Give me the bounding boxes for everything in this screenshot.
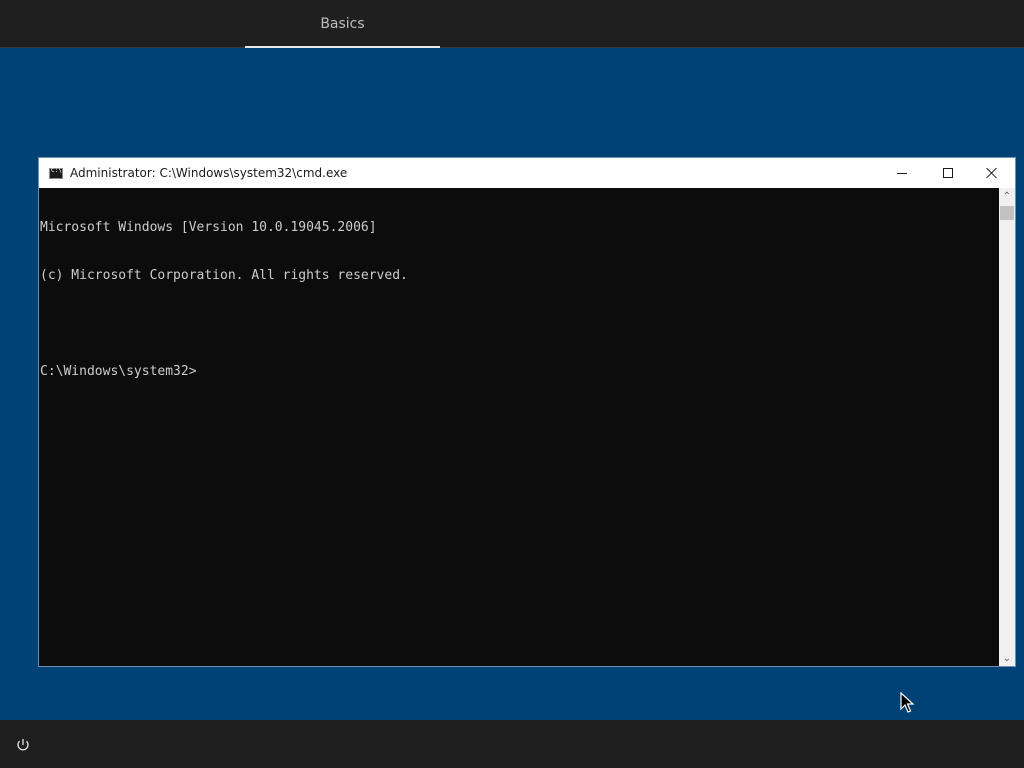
maximize-button[interactable] <box>925 158 971 188</box>
bottom-bar <box>0 720 1024 768</box>
tab-basics-label: Basics <box>320 16 365 32</box>
console-output[interactable]: Microsoft Windows [Version 10.0.19045.20… <box>39 188 999 666</box>
power-icon-graphic <box>17 739 29 751</box>
window-title: Administrator: C:\Windows\system32\cmd.e… <box>70 166 348 180</box>
console-prompt: C:\Windows\system32> <box>40 364 197 379</box>
scrollbar-thumb[interactable] <box>1000 206 1014 220</box>
close-button[interactable] <box>969 158 1015 188</box>
command-prompt-icon <box>49 167 63 179</box>
close-icon <box>986 167 998 179</box>
mouse-cursor <box>900 692 915 713</box>
maximize-icon <box>943 168 953 178</box>
console-line: Microsoft Windows [Version 10.0.19045.20… <box>40 220 377 235</box>
scroll-down-button[interactable]: ⌄ <box>999 650 1015 666</box>
command-prompt-window[interactable]: Administrator: C:\Windows\system32\cmd.e… <box>38 157 1016 667</box>
vertical-scrollbar[interactable]: ⌃ ⌄ <box>999 188 1015 666</box>
tab-basics[interactable]: Basics <box>245 0 440 48</box>
window-title-bar[interactable]: Administrator: C:\Windows\system32\cmd.e… <box>39 158 1015 188</box>
chevron-down-icon: ⌄ <box>1002 652 1012 664</box>
minimize-icon <box>897 172 907 174</box>
console-line: (c) Microsoft Corporation. All rights re… <box>40 268 408 283</box>
power-icon[interactable] <box>14 736 32 754</box>
minimize-button[interactable] <box>879 158 925 188</box>
scroll-up-button[interactable]: ⌃ <box>999 188 1015 204</box>
top-bar: Basics <box>0 0 1024 48</box>
chevron-up-icon: ⌃ <box>1002 190 1012 202</box>
